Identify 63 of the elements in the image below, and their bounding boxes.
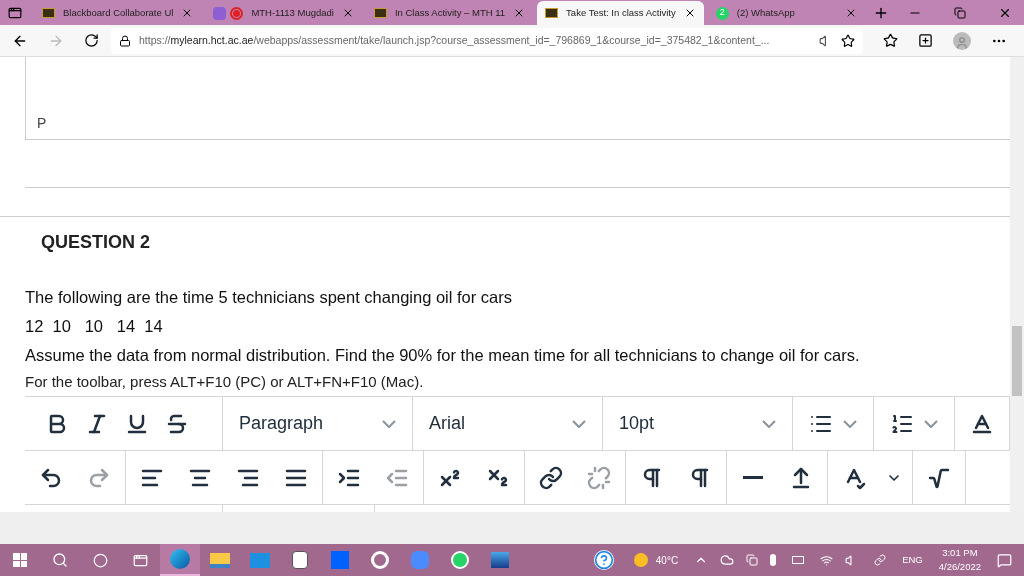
tab-title: (2) WhatsApp — [736, 5, 796, 20]
browser-tab[interactable]: MTH-1113 Mugdadi — [205, 1, 362, 25]
answer-text: P — [37, 114, 47, 133]
favorites-icon[interactable] — [883, 33, 898, 48]
question-text: Assume the data from normal distribution. Find the 90% for the mean time for all technicians to change oil for cars. — [25, 345, 861, 366]
toolbar-hint: For the toolbar, press ALT+F10 (PC) or ALT+FN+F10 (Mac). — [25, 373, 425, 391]
profile-avatar[interactable] — [953, 31, 971, 50]
recording-icon — [230, 6, 244, 20]
chevron-down-icon — [843, 419, 857, 428]
bb-logo-icon — [545, 8, 559, 18]
lock-icon — [119, 34, 131, 47]
dropdown-select[interactable]: 10pt — [603, 397, 793, 450]
browser-tab[interactable]: In Class Activity – MTH 11 — [365, 1, 534, 25]
answer-field[interactable]: P — [25, 57, 1010, 140]
tab-title: Blackboard Collaborate Ul — [63, 5, 174, 20]
link-icon — [539, 465, 563, 490]
bb-logo-icon — [42, 8, 55, 18]
favorite-icon[interactable] — [841, 33, 855, 48]
wifi-icon[interactable] — [820, 553, 834, 567]
browser-tab[interactable]: 2 (2) WhatsApp — [707, 1, 865, 25]
browser-tab[interactable]: Blackboard Collaborate Ul — [34, 1, 202, 25]
cortana-icon[interactable] — [92, 552, 108, 568]
tab-title: Take Test: In class Activity — [566, 5, 676, 20]
question-title: QUESTION 2 — [41, 231, 152, 254]
horizontal-line-icon — [743, 476, 763, 479]
scrollbar[interactable] — [1010, 57, 1024, 512]
weather-icon[interactable] — [633, 553, 648, 567]
chevron-down-icon — [382, 419, 396, 428]
question-text: 12 10 10 14 14 — [25, 316, 164, 337]
windows-start-icon[interactable] — [13, 553, 27, 567]
dropdown-select[interactable]: Arial — [413, 397, 603, 450]
chevron-down-icon — [572, 419, 586, 428]
dropdown-select[interactable]: Paragraph — [223, 397, 413, 450]
question-text: The following are the time 5 technicians spent changing oil for cars — [25, 287, 514, 308]
address-bar[interactable]: https://mylearn.hct.ac.ae/webapps/assessment/take/launch.jsp?course_assessment_id=_796869_1&course_id=_375482_1&content_... — [111, 27, 863, 54]
battery-icon[interactable] — [770, 554, 777, 566]
search-icon[interactable] — [52, 552, 68, 568]
unlink-icon — [587, 465, 611, 490]
url-text: https://mylearn.hct.ac.ae/webapps/assessment/take/launch.jsp?course_assessment_id=_796869_1&course_id=_375482_1&content_... — [139, 32, 771, 48]
bb-logo-icon — [373, 8, 387, 18]
restore-icon[interactable] — [954, 7, 966, 19]
whatsapp-badge: 2 — [715, 6, 729, 20]
browser-tab[interactable]: Take Test: In class Activity — [537, 1, 704, 25]
chevron-down-icon — [762, 419, 776, 428]
notifications-icon[interactable] — [997, 552, 1012, 568]
chevron-down-icon — [924, 419, 938, 428]
app-icon — [213, 6, 227, 20]
collections-icon[interactable] — [918, 33, 933, 48]
task-view-icon[interactable] — [132, 552, 148, 568]
help-icon[interactable] — [593, 550, 614, 570]
clock-time[interactable]: 3:01 PM — [942, 546, 978, 560]
tab-actions-icon[interactable] — [8, 6, 22, 20]
refresh-icon[interactable] — [84, 33, 99, 48]
language-indicator[interactable]: ENG — [902, 552, 923, 568]
tab-title: In Class Activity – MTH 11 — [394, 5, 506, 20]
device-icon[interactable] — [746, 554, 759, 566]
edge-taskbar-icon[interactable] — [160, 544, 200, 576]
cloud-icon[interactable] — [720, 553, 735, 567]
temperature-text[interactable]: 40°C — [655, 552, 679, 568]
close-window-icon[interactable] — [998, 6, 1012, 20]
plug-icon[interactable] — [792, 556, 805, 564]
clock-date[interactable]: 4/26/2022 — [938, 560, 981, 574]
tab-title: MTH-1113 Mugdadi — [251, 5, 334, 20]
